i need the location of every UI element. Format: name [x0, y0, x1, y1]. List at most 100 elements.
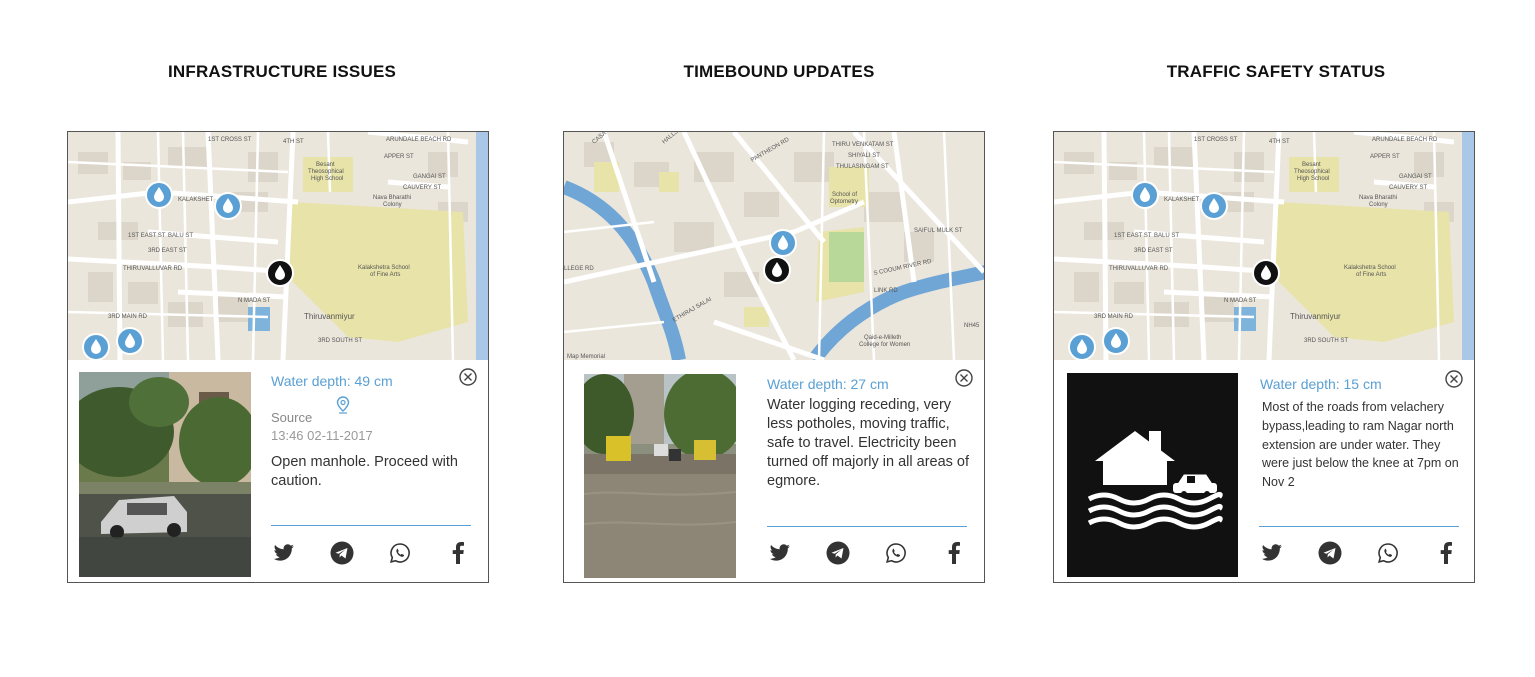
- facebook-icon[interactable]: [941, 540, 967, 566]
- selected-water-pin-icon[interactable]: [763, 256, 791, 284]
- svg-text:of Fine Arts: of Fine Arts: [1356, 272, 1386, 278]
- water-pin-icon[interactable]: [1068, 333, 1096, 360]
- svg-text:N MADA ST: N MADA ST: [1224, 298, 1257, 304]
- report-photo: [79, 372, 251, 577]
- svg-text:THIRUVALLUVAR RD: THIRUVALLUVAR RD: [1109, 266, 1169, 272]
- selected-water-pin-icon[interactable]: [266, 259, 294, 287]
- water-pin-icon[interactable]: [214, 192, 242, 220]
- telegram-icon[interactable]: [329, 540, 355, 566]
- location-pin-icon[interactable]: [336, 396, 350, 414]
- panel-timebound-updates: CASA MAJOR RDHALLS RD PANTHEON RDTHIRU V…: [563, 131, 985, 583]
- svg-text:CAUVERY ST: CAUVERY ST: [1389, 185, 1427, 191]
- water-pin-icon[interactable]: [1102, 327, 1130, 355]
- svg-text:BALU ST: BALU ST: [168, 233, 193, 239]
- water-pin-icon[interactable]: [1200, 192, 1228, 220]
- whatsapp-icon[interactable]: [387, 540, 413, 566]
- svg-text:Colony: Colony: [1369, 202, 1388, 208]
- svg-text:3RD SOUTH ST: 3RD SOUTH ST: [318, 338, 362, 344]
- telegram-icon[interactable]: [825, 540, 851, 566]
- water-depth-label: Water depth: 27 cm: [767, 376, 889, 392]
- svg-text:KALAKSHET: KALAKSHET: [1164, 197, 1200, 203]
- map-view[interactable]: 1ST CROSS ST 4TH ST ARUNDALE BEACH RD APPE…: [68, 132, 488, 360]
- svg-text:CAUVERY ST: CAUVERY ST: [403, 185, 441, 191]
- svg-text:1ST CROSS ST: 1ST CROSS ST: [1194, 137, 1238, 143]
- whatsapp-icon[interactable]: [883, 540, 909, 566]
- twitter-icon[interactable]: [767, 540, 793, 566]
- svg-text:Nava Bharathi: Nava Bharathi: [1359, 195, 1397, 201]
- svg-text:1ST EAST ST: 1ST EAST ST: [128, 233, 166, 239]
- divider: [271, 525, 471, 526]
- water-pin-icon[interactable]: [116, 327, 144, 355]
- water-depth-label: Water depth: 49 cm: [271, 373, 393, 389]
- panel-infrastructure-issues: 1ST CROSS ST 4TH ST ARUNDALE BEACH RD APPE…: [67, 131, 489, 583]
- map-canvas[interactable]: 1ST CROSS ST 4TH ST ARUNDALE BEACH RD APPE…: [1054, 132, 1474, 360]
- source-row[interactable]: Source: [271, 396, 350, 425]
- svg-text:LLEGE RD: LLEGE RD: [564, 266, 594, 272]
- telegram-icon[interactable]: [1317, 540, 1343, 566]
- svg-text:Theosophical: Theosophical: [308, 169, 344, 175]
- svg-text:THULASINGAM ST: THULASINGAM ST: [836, 164, 889, 170]
- report-description: Most of the roads from velachery bypass,…: [1262, 400, 1459, 490]
- svg-text:ARUNDALE BEACH RD: ARUNDALE BEACH RD: [386, 137, 452, 143]
- close-icon[interactable]: [459, 368, 477, 386]
- svg-text:Qaid-e-Milleth: Qaid-e-Milleth: [864, 335, 901, 341]
- svg-text:BALU ST: BALU ST: [1154, 233, 1179, 239]
- twitter-icon[interactable]: [1259, 540, 1285, 566]
- svg-text:THIRU VENKATAM ST: THIRU VENKATAM ST: [832, 142, 894, 148]
- water-pin-icon[interactable]: [82, 333, 110, 360]
- divider: [767, 526, 967, 527]
- svg-text:Thiruvanmiyur: Thiruvanmiyur: [304, 312, 355, 321]
- twitter-icon[interactable]: [271, 540, 297, 566]
- svg-text:3RD EAST ST: 3RD EAST ST: [148, 248, 187, 254]
- facebook-icon[interactable]: [445, 540, 471, 566]
- svg-text:KALAKSHET: KALAKSHET: [178, 197, 214, 203]
- timestamp: 13:46 02-11-2017: [271, 428, 373, 443]
- svg-text:Kalakshetra School: Kalakshetra School: [1344, 265, 1396, 271]
- heading-timebound-updates: TIMEBOUND UPDATES: [683, 62, 875, 81]
- svg-text:3RD SOUTH ST: 3RD SOUTH ST: [1304, 338, 1348, 344]
- svg-text:Colony: Colony: [383, 202, 402, 208]
- svg-text:1ST EAST ST: 1ST EAST ST: [1114, 233, 1152, 239]
- report-card: Water depth: 49 cm Source 13:46 02-11-20…: [68, 360, 488, 582]
- svg-text:4TH ST: 4TH ST: [283, 139, 304, 145]
- water-depth-label: Water depth: 15 cm: [1260, 376, 1382, 392]
- svg-text:of Fine Arts: of Fine Arts: [370, 272, 400, 278]
- report-card: Water depth: 27 cm Water logging recedin…: [564, 360, 984, 582]
- whatsapp-icon[interactable]: [1375, 540, 1401, 566]
- svg-text:N MADA ST: N MADA ST: [238, 298, 271, 304]
- svg-text:3RD MAIN RD: 3RD MAIN RD: [1094, 314, 1134, 320]
- divider: [1259, 526, 1459, 527]
- report-photo: [584, 374, 736, 578]
- report-description: Water logging receding, very less pothol…: [767, 397, 970, 489]
- svg-text:SAIFUL MULK ST: SAIFUL MULK ST: [914, 228, 963, 234]
- svg-text:Nava Bharathi: Nava Bharathi: [373, 195, 411, 201]
- svg-text:ARUNDALE BEACH RD: ARUNDALE BEACH RD: [1372, 137, 1438, 143]
- map-view[interactable]: 1ST CROSS ST 4TH ST ARUNDALE BEACH RD APPE…: [1054, 132, 1474, 360]
- facebook-icon[interactable]: [1433, 540, 1459, 566]
- water-pin-icon[interactable]: [145, 181, 173, 209]
- svg-text:SHIYALI ST: SHIYALI ST: [848, 153, 880, 159]
- svg-text:3RD MAIN RD: 3RD MAIN RD: [108, 314, 148, 320]
- map-view[interactable]: CASA MAJOR RDHALLS RD PANTHEON RDTHIRU V…: [564, 132, 984, 360]
- svg-text:Theosophical: Theosophical: [1294, 169, 1330, 175]
- share-bar: [1259, 540, 1459, 566]
- heading-traffic-safety-status: TRAFFIC SAFETY STATUS: [1166, 62, 1386, 81]
- svg-text:GANGAI ST: GANGAI ST: [1399, 174, 1432, 180]
- source-label: Source: [271, 410, 313, 425]
- svg-text:GANGAI ST: GANGAI ST: [413, 174, 446, 180]
- selected-water-pin-icon[interactable]: [1252, 259, 1280, 287]
- close-icon[interactable]: [1445, 370, 1463, 388]
- water-pin-icon[interactable]: [1131, 181, 1159, 209]
- close-icon[interactable]: [955, 369, 973, 387]
- svg-text:3RD EAST ST: 3RD EAST ST: [1134, 248, 1173, 254]
- map-canvas[interactable]: 1ST CROSS ST 4TH ST ARUNDALE BEACH RD APPE…: [68, 132, 488, 360]
- water-pin-icon[interactable]: [769, 229, 797, 257]
- svg-text:Thiruvanmiyur: Thiruvanmiyur: [1290, 312, 1341, 321]
- svg-text:APPER ST: APPER ST: [384, 154, 414, 160]
- svg-text:High School: High School: [311, 176, 343, 182]
- svg-text:Optometry: Optometry: [830, 199, 858, 205]
- svg-text:THIRUVALLUVAR RD: THIRUVALLUVAR RD: [123, 266, 183, 272]
- flood-house-car-icon: [1067, 373, 1238, 577]
- svg-text:School of: School of: [832, 192, 857, 198]
- svg-text:1ST CROSS ST: 1ST CROSS ST: [208, 137, 252, 143]
